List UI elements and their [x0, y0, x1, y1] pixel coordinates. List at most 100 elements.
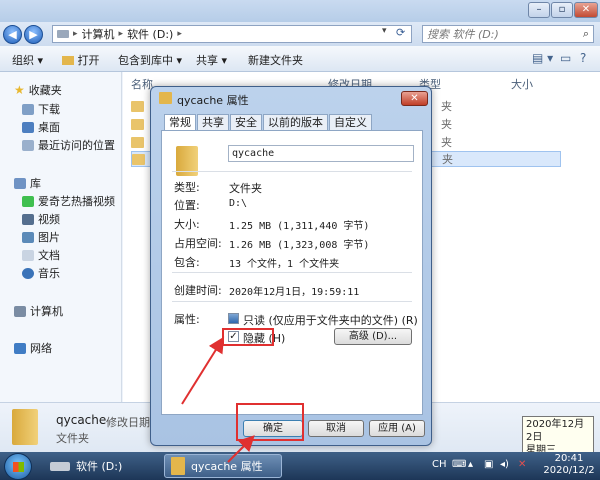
minimize-button[interactable]: – — [528, 2, 550, 18]
action-center-icon[interactable]: ✕ — [518, 459, 526, 470]
open-folder-icon — [62, 56, 74, 65]
open-label: 打开 — [77, 54, 100, 67]
type-label: 类型: — [174, 181, 200, 194]
divider — [172, 171, 412, 172]
readonly-checkbox[interactable] — [228, 313, 239, 324]
nav-label: 视频 — [38, 213, 60, 226]
forward-button[interactable]: ▶ — [24, 25, 43, 44]
readonly-label[interactable]: 只读 (仅应用于文件夹中的文件) (R) — [243, 312, 418, 328]
nav-desktop[interactable]: 桌面 — [22, 119, 60, 135]
language-indicator[interactable]: CH — [432, 459, 447, 470]
size-value: 1.25 MB (1,311,440 字节) — [229, 221, 370, 232]
open-button[interactable]: 打开 — [62, 52, 100, 68]
advanced-button[interactable]: 高级 (D)... — [334, 328, 412, 345]
nav-label: 图片 — [38, 231, 60, 244]
breadcrumb-arrow-icon: ▸ — [177, 29, 182, 39]
tray-expand-icon[interactable]: ▴ — [468, 459, 473, 470]
details-name: qycache — [56, 413, 107, 427]
clock[interactable]: 20:41 2020/12/2 — [540, 453, 598, 477]
drive-icon — [50, 461, 70, 471]
windows-logo-icon — [13, 462, 24, 472]
folder-large-icon — [12, 409, 38, 445]
nav-label: 网络 — [30, 342, 52, 355]
folder-icon — [159, 92, 172, 104]
keyboard-icon[interactable]: ⌨ — [452, 459, 466, 470]
include-in-library-button[interactable]: 包含到库中 ▾ — [118, 52, 182, 68]
tab-previous-versions[interactable]: 以前的版本 — [263, 114, 328, 131]
contains-value: 13 个文件，1 个文件夹 — [229, 259, 340, 270]
clock-time: 20:41 — [554, 453, 584, 464]
hidden-label[interactable]: 隐藏 (H) — [243, 330, 285, 346]
folder-name-field[interactable]: qycache — [228, 145, 414, 162]
dialog-title: qycache 属性 — [177, 94, 249, 107]
folder-icon — [171, 457, 185, 475]
folder-icon — [131, 136, 144, 148]
breadcrumb-arrow-icon: ▸ — [73, 29, 78, 39]
nav-documents[interactable]: 文档 — [22, 247, 60, 263]
address-dropdown-icon[interactable]: ▾ — [382, 26, 387, 36]
nav-libraries[interactable]: 库 — [14, 175, 41, 191]
share-button[interactable]: 共享 ▾ — [196, 52, 227, 68]
address-field[interactable]: ▸ 计算机 ▸ 软件 (D:) ▸ — [52, 25, 412, 43]
computer-icon — [14, 305, 26, 317]
preview-pane-icon[interactable]: ▭ — [560, 51, 571, 65]
taskbar-item-drive[interactable]: 软件 (D:) — [44, 454, 158, 478]
size-label: 大小: — [174, 218, 200, 231]
size-on-disk-label: 占用空间: — [174, 237, 222, 250]
nav-label: 下载 — [38, 103, 60, 116]
breadcrumb-drive[interactable]: 软件 (D:) — [127, 26, 173, 42]
window-titlebar: – ▫ ✕ — [0, 0, 600, 22]
new-folder-button[interactable]: 新建文件夹 — [248, 52, 303, 68]
help-icon[interactable]: ? — [580, 51, 586, 65]
column-header-size[interactable]: 大小 — [511, 76, 533, 92]
tab-security[interactable]: 安全 — [230, 114, 262, 131]
pictures-icon — [22, 231, 34, 243]
back-button[interactable]: ◀ — [3, 25, 22, 44]
nav-label: 库 — [30, 177, 41, 190]
apply-button[interactable]: 应用 (A) — [369, 420, 425, 437]
nav-label: 最近访问的位置 — [38, 139, 115, 152]
refresh-icon[interactable]: ⟳ — [396, 26, 405, 39]
search-icon[interactable]: ⌕ — [583, 27, 589, 41]
address-bar-row: ◀ ▶ ▸ 计算机 ▸ 软件 (D:) ▸ ▾ ⟳ 搜索 软件 (D:) ⌕ — [0, 22, 600, 46]
nav-videos[interactable]: 视频 — [22, 211, 60, 227]
documents-icon — [22, 249, 34, 261]
nav-network[interactable]: 网络 — [14, 340, 52, 356]
maximize-button[interactable]: ▫ — [551, 2, 573, 18]
nav-computer[interactable]: 计算机 — [14, 303, 63, 319]
start-button[interactable] — [4, 453, 32, 480]
type-value: 文件夹 — [229, 182, 262, 195]
nav-recent[interactable]: 最近访问的位置 — [22, 137, 115, 153]
nav-downloads[interactable]: 下载 — [22, 101, 60, 117]
created-value: 2020年12月1日，19:59:11 — [229, 287, 360, 298]
library-icon — [14, 177, 26, 189]
file-type: 夹 — [442, 153, 453, 166]
dialog-close-button[interactable]: ✕ — [401, 91, 428, 106]
nav-music[interactable]: 音乐 — [22, 265, 60, 281]
computer-small-icon — [57, 30, 69, 38]
breadcrumb-computer[interactable]: 计算机 — [82, 26, 115, 42]
iqiyi-icon — [22, 195, 34, 207]
folder-icon — [131, 100, 144, 112]
hidden-checkbox[interactable]: ✓ — [228, 331, 239, 342]
taskbar-item-label: qycache 属性 — [191, 460, 263, 473]
nav-label: 桌面 — [38, 121, 60, 134]
taskbar-item-properties[interactable]: qycache 属性 — [164, 454, 282, 478]
nav-iqiyi[interactable]: 爱奇艺热播视频 — [22, 193, 115, 209]
close-button[interactable]: ✕ — [574, 2, 598, 18]
nav-pictures[interactable]: 图片 — [22, 229, 60, 245]
cancel-button[interactable]: 取消 — [308, 420, 364, 437]
network-tray-icon[interactable]: ▣ — [484, 459, 493, 470]
organize-button[interactable]: 组织 ▾ — [12, 52, 43, 68]
volume-icon[interactable]: ◂) — [500, 459, 509, 470]
divider — [172, 272, 412, 273]
nav-favorites[interactable]: ★ 收藏夹 — [14, 82, 62, 98]
attributes-label: 属性: — [174, 313, 200, 326]
ok-button[interactable]: 确定 — [243, 420, 303, 437]
tab-customize[interactable]: 自定义 — [329, 114, 372, 131]
details-type: 文件夹 — [56, 432, 89, 445]
search-input[interactable]: 搜索 软件 (D:) ⌕ — [422, 25, 594, 43]
clock-date: 2020/12/2 — [543, 465, 595, 476]
view-options-icon[interactable]: ▤ ▾ — [532, 51, 553, 65]
tab-sharing[interactable]: 共享 — [197, 114, 229, 131]
